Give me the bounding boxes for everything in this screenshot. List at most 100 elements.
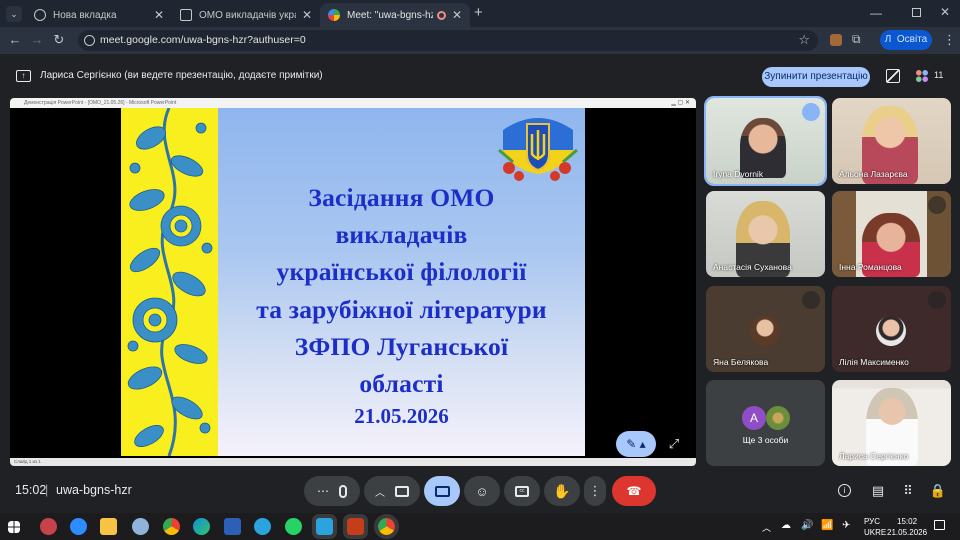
app-icon[interactable] [132,518,149,535]
more-audio-options-icon[interactable]: ⋯ [317,484,329,498]
more-participants-label: Ще 3 особи [742,435,789,445]
chat-icon[interactable]: ▤ [868,481,888,501]
edge-icon[interactable] [193,518,210,535]
self-view-tile[interactable]: Лариса Сергієнко [832,380,951,466]
chrome-icon[interactable] [163,518,180,535]
hang-up-icon: ☎ [626,484,642,498]
participant-tile[interactable]: Iryna Dvornik [704,96,827,186]
petrykivka-ornament [121,107,218,457]
tab-omo[interactable]: ОМО викладачів української ф ✕ [172,3,320,27]
new-tab-icon[interactable]: + [474,4,483,21]
extensions-puzzle-icon[interactable]: ⧉ [852,32,861,47]
host-controls-icon[interactable]: 🔒 [928,481,948,501]
address-bar[interactable]: meet.google.com/uwa-bgns-hzr?authuser=0 … [78,30,818,51]
tab-new-tab[interactable]: Нова вкладка ✕ [26,3,172,27]
bookmark-star-icon[interactable]: ☆ [798,32,810,48]
url-text: meet.google.com/uwa-bgns-hzr?authuser=0 [100,34,306,46]
word-icon[interactable] [224,518,241,535]
tab-search-button[interactable]: ⌄ [6,6,22,22]
participant-name: Лілія Максименко [839,357,909,367]
close-window-icon[interactable]: ✕ [940,5,950,19]
notification-bell-icon[interactable]: ✈ [842,520,850,531]
meeting-code: uwa-bgns-hzr [56,483,132,497]
chrome-active-icon[interactable] [374,514,399,539]
meet-logo-icon [328,9,340,21]
whatsapp-icon[interactable] [285,518,302,535]
avatar [876,316,906,346]
tab-title: Meet: "uwa-bgns-hzr" [347,9,433,21]
taskbar-date[interactable]: 21.05.2026 [887,528,927,537]
windows-start-icon[interactable] [8,521,20,533]
tab-meet[interactable]: Meet: "uwa-bgns-hzr" ✕ [320,3,470,27]
avatar: А [742,406,766,430]
file-explorer-icon[interactable] [100,518,117,535]
extension-icon[interactable] [830,34,842,46]
more-options-button[interactable]: ⋮ [584,476,606,506]
participant-tile[interactable]: Лілія Максименко [832,286,951,372]
keyboard-lang-top[interactable]: РУС [864,517,880,526]
tray-overflow-icon[interactable]: ︿ [762,521,771,534]
app-icon[interactable] [40,518,57,535]
notification-center-icon[interactable] [934,520,945,530]
minimize-window-icon[interactable]: — [870,6,882,20]
camera-options-icon[interactable]: ︿ [375,484,385,499]
recording-icon [436,10,446,20]
telegram-desktop-icon[interactable] [312,514,337,539]
more-options-icon: ⋮ [588,483,602,498]
forward-icon[interactable]: → [28,31,46,49]
close-tab-icon[interactable]: ✕ [452,8,462,22]
activities-icon[interactable]: ⠿ [898,481,918,501]
annotate-button[interactable]: ✎ ▴ [616,431,656,457]
taskbar-time[interactable]: 15:02 [897,517,917,526]
slide: Засідання ОМО викладачів української філ… [121,107,585,457]
participant-tile[interactable]: Яна Белякова [706,286,825,372]
leave-call-button[interactable]: ☎ [612,476,656,506]
participant-tile[interactable]: Анастасія Суханова [706,191,825,277]
browser-menu-icon[interactable]: ⋮ [943,32,956,48]
slide-title-line-4: та зарубіжної літератури [256,295,547,324]
cloud-icon[interactable]: ☁ [781,520,791,531]
present-screen-icon: ↑ [16,70,31,82]
powerpoint-titlebar: Демонстрація PowerPoint - [ОМО_21.05.26]… [10,98,696,108]
participant-tile[interactable]: Альона Лазарєва [832,98,951,184]
present-screen-icon [434,485,450,497]
slide-date: 21.05.2026 [354,404,449,428]
emoji-icon: ☺ [475,483,489,499]
fullscreen-icon[interactable]: ⤢ [664,434,684,454]
zoom-icon[interactable] [70,518,87,535]
camera-icon[interactable] [395,485,409,497]
participant-count: 11 [934,70,944,80]
close-tab-icon[interactable]: ✕ [302,8,312,22]
keyboard-lang-bottom[interactable]: UKRE [864,528,886,537]
present-button[interactable] [424,476,460,506]
participant-tile[interactable]: Інна Романцова [832,191,951,277]
telegram-icon[interactable] [254,518,271,535]
captions-button[interactable]: cc [504,476,540,506]
meeting-details-icon[interactable]: i [838,484,851,497]
document-icon [180,9,192,21]
more-participants-tile[interactable]: А Ще 3 особи [706,380,825,466]
pen-icon: ✎ ▴ [626,437,646,451]
hide-self-view-icon[interactable] [886,69,900,83]
reactions-button[interactable]: ☺ [464,476,500,506]
participant-name: Анастасія Суханова [713,262,792,272]
participants-button[interactable]: 11 [912,66,948,86]
profile-label: Освіта [896,34,928,45]
powerpoint-icon[interactable] [343,514,368,539]
site-info-icon[interactable] [84,35,95,46]
profile-button[interactable]: Л Освіта [880,30,932,50]
back-icon[interactable]: ← [6,31,24,49]
powerpoint-title: Демонстрація PowerPoint - [ОМО_21.05.26]… [24,100,177,106]
stop-presenting-button[interactable]: Зупинити презентацію [762,67,870,87]
raise-hand-button[interactable]: ✋ [544,476,580,506]
maximize-window-icon[interactable] [912,8,921,17]
slide-title-line-6: області [359,369,444,398]
close-tab-icon[interactable]: ✕ [154,8,164,22]
reload-icon[interactable]: ↻ [50,31,68,49]
browser-toolbar: ← → ↻ meet.google.com/uwa-bgns-hzr?authu… [0,27,960,54]
wifi-icon[interactable]: 📶 [821,520,833,531]
microphone-icon[interactable] [339,484,347,498]
volume-icon[interactable]: 🔊 [801,520,813,531]
avatar [766,406,790,430]
profile-initial: Л [884,34,892,45]
